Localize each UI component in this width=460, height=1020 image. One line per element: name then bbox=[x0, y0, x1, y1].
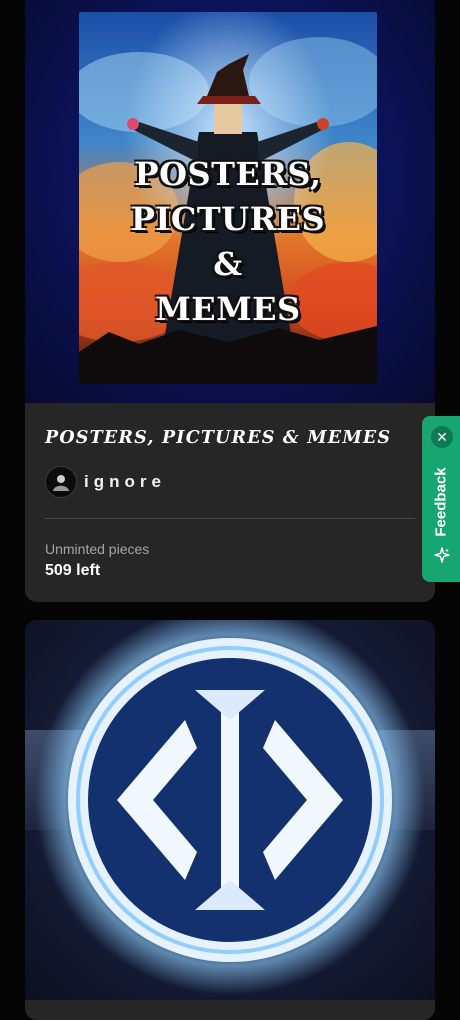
poster-line: POSTERS, bbox=[134, 155, 322, 193]
poster-line: & bbox=[213, 245, 243, 283]
poster-image: POSTERS, PICTURES & MEMES bbox=[79, 12, 377, 384]
avatar-icon bbox=[53, 475, 69, 491]
unminted-value: 509 left bbox=[45, 562, 101, 579]
emblem-image bbox=[25, 620, 435, 995]
listing-card[interactable] bbox=[25, 620, 435, 1020]
feedback-tab[interactable]: ✕ Feedback bbox=[422, 416, 460, 582]
listing-card[interactable]: POSTERS, PICTURES & MEMES POSTERS, PICTU… bbox=[25, 0, 435, 602]
avatar bbox=[45, 466, 77, 498]
close-icon[interactable]: ✕ bbox=[431, 426, 453, 448]
poster-title: POSTERS, PICTURES & MEMES bbox=[79, 152, 377, 332]
listing-artwork[interactable]: POSTERS, PICTURES & MEMES bbox=[25, 0, 435, 403]
divider bbox=[45, 518, 415, 519]
listing-info: POSTERS, PICTURES & MEMES ignore Unminte… bbox=[25, 403, 435, 602]
poster-line: MEMES bbox=[155, 290, 301, 328]
listing-title[interactable]: POSTERS, PICTURES & MEMES bbox=[45, 428, 425, 448]
feedback-label[interactable]: Feedback bbox=[433, 467, 450, 536]
creator-name: ignore bbox=[84, 472, 166, 491]
sparkle-icon bbox=[434, 547, 450, 563]
poster-line: PICTURES bbox=[130, 200, 326, 238]
listing-artwork[interactable] bbox=[25, 620, 435, 1000]
unminted-label: Unminted pieces bbox=[45, 541, 150, 557]
creator[interactable]: ignore bbox=[45, 466, 166, 498]
